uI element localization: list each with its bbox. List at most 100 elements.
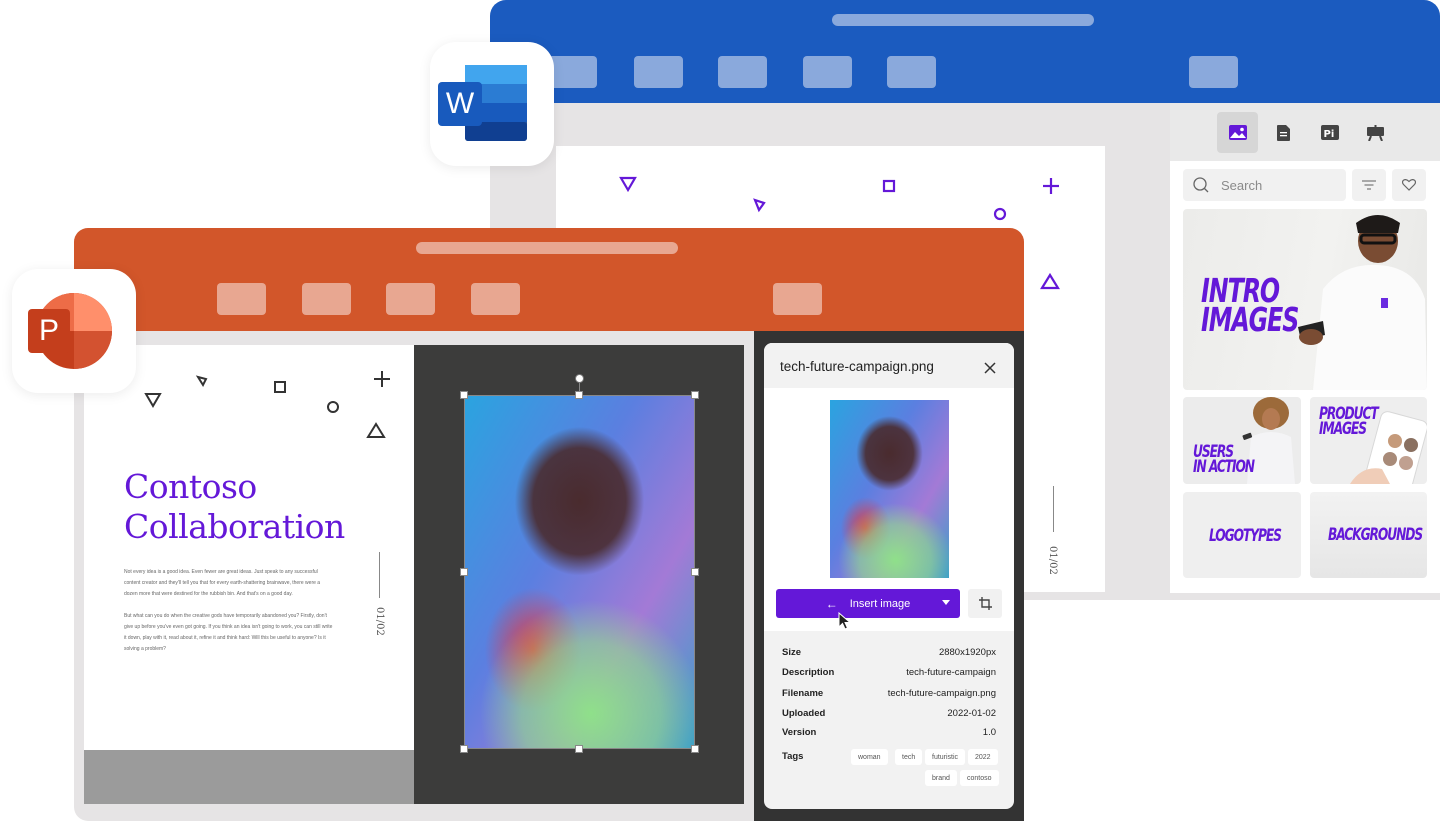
- tile-label-intro-images: INTRO IMAGES: [1201, 271, 1299, 340]
- circle-shape: [993, 207, 1007, 221]
- asset-search-input[interactable]: Search: [1183, 169, 1346, 201]
- crop-icon: [978, 597, 992, 610]
- word-toolbar-button-4[interactable]: [803, 56, 852, 88]
- powerpoint-logo-letter: P: [38, 314, 59, 347]
- close-icon: [984, 362, 996, 374]
- tile-label-users-in-action: USERS IN ACTION: [1193, 442, 1255, 477]
- meta-row-version: Version 1.0: [782, 727, 996, 738]
- slide-paragraph-1[interactable]: Not every idea is a good idea. Even fewe…: [124, 567, 334, 600]
- tile-product-images[interactable]: PRODUCT IMAGES: [1310, 397, 1427, 484]
- svg-text:Pi: Pi: [1323, 129, 1334, 140]
- triangle-down-shape: [619, 176, 637, 193]
- ppt-toolbar-button-5[interactable]: [773, 283, 822, 315]
- circle-shape: [327, 401, 339, 413]
- word-toolbar-button-1[interactable]: [548, 56, 597, 88]
- filter-button[interactable]: [1352, 169, 1386, 201]
- word-toolbar-button-2[interactable]: [634, 56, 683, 88]
- tile-intro-images[interactable]: INTRO IMAGES: [1183, 209, 1427, 390]
- word-toolbar-button-5[interactable]: [887, 56, 936, 88]
- resize-handle-bottom-right[interactable]: [691, 745, 699, 753]
- asset-library-sidebar: Pi Search INTRO IMAGES USERS IN ACTION P…: [1170, 103, 1440, 593]
- triangle-up-shape: [366, 422, 386, 438]
- pi-icon: Pi: [1320, 125, 1339, 140]
- meta-row-filename: Filename tech-future-campaign.png: [782, 688, 996, 699]
- crop-button[interactable]: [968, 589, 1002, 618]
- resize-handle-left[interactable]: [460, 568, 468, 576]
- page-number-rule: [379, 552, 380, 598]
- close-button[interactable]: [984, 356, 996, 379]
- document-icon: [1277, 124, 1290, 141]
- resize-handle-bottom-left[interactable]: [460, 745, 468, 753]
- tile-users-in-action[interactable]: USERS IN ACTION: [1183, 397, 1301, 484]
- arrow-left-icon: ←: [825, 596, 838, 611]
- resize-handle-top-right[interactable]: [691, 391, 699, 399]
- slide-footer-block: [84, 750, 414, 804]
- filter-icon: [1362, 180, 1376, 190]
- selection-frame: [464, 395, 695, 749]
- tile-label-backgrounds: BACKGROUNDS: [1328, 525, 1423, 545]
- tags-label-row: Tags: [782, 751, 803, 762]
- image-detail-panel: tech-future-campaign.png ← Insert image …: [764, 343, 1014, 809]
- ppt-toolbar-button-3[interactable]: [386, 283, 435, 315]
- slide-page-number: 01/02: [374, 607, 385, 636]
- word-app-icon: W: [430, 42, 554, 166]
- tab-images[interactable]: [1217, 112, 1258, 153]
- resize-handle-top[interactable]: [575, 391, 583, 399]
- tag-tech[interactable]: tech: [895, 749, 923, 765]
- easel-icon: [1367, 124, 1384, 141]
- slide-paragraph-2[interactable]: But what can you do when the creative go…: [124, 611, 334, 655]
- tab-pi[interactable]: Pi: [1309, 112, 1350, 153]
- word-title-placeholder: [832, 14, 1094, 26]
- ppt-titlebar: [74, 228, 1024, 331]
- resize-handle-top-left[interactable]: [460, 391, 468, 399]
- page-number: 01/02: [1047, 546, 1058, 575]
- chevron-down-icon[interactable]: [942, 600, 950, 605]
- tile-label-logotypes: LOGOTYPES: [1209, 526, 1282, 546]
- resize-handle-right[interactable]: [691, 568, 699, 576]
- ppt-toolbar-button-1[interactable]: [217, 283, 266, 315]
- insert-image-label: Insert image: [849, 597, 911, 610]
- tag-woman[interactable]: woman: [851, 749, 888, 765]
- image-icon: [1228, 125, 1247, 140]
- ppt-toolbar-button-4[interactable]: [471, 283, 520, 315]
- rotation-handle[interactable]: [575, 374, 584, 383]
- resize-handle-bottom[interactable]: [575, 745, 583, 753]
- page-number-rule: [1053, 486, 1054, 532]
- mouse-cursor-icon: [838, 612, 852, 630]
- triangle-down-shape: [144, 393, 162, 408]
- word-logo-letter: W: [445, 87, 475, 120]
- tab-documents[interactable]: [1263, 112, 1304, 153]
- tag-2022[interactable]: 2022: [968, 749, 998, 765]
- slide-title[interactable]: Contoso Collaboration: [124, 467, 345, 547]
- square-shape: [882, 179, 896, 193]
- heart-icon: [1402, 179, 1416, 191]
- powerpoint-app-icon: P: [12, 269, 136, 393]
- search-placeholder: Search: [1221, 177, 1263, 193]
- tag-contoso[interactable]: contoso: [960, 770, 999, 786]
- detail-header: tech-future-campaign.png: [764, 343, 1014, 388]
- meta-row-description: Description tech-future-campaign: [782, 667, 996, 678]
- square-shape: [274, 381, 286, 393]
- small-triangle-shape: [195, 375, 208, 388]
- word-titlebar: [490, 0, 1440, 103]
- search-icon: [1193, 177, 1209, 193]
- slide-text-area: Contoso Collaboration Not every idea is …: [84, 345, 414, 750]
- tile-logotypes[interactable]: LOGOTYPES: [1183, 492, 1301, 578]
- tab-presentations[interactable]: [1355, 112, 1396, 153]
- detail-title: tech-future-campaign.png: [780, 359, 934, 374]
- meta-row-size: Size 2880x1920px: [782, 647, 996, 658]
- triangle-up-shape: [1040, 272, 1060, 290]
- meta-row-uploaded: Uploaded 2022-01-02: [782, 708, 996, 719]
- tag-futuristic[interactable]: futuristic: [925, 749, 966, 765]
- ppt-toolbar-button-2[interactable]: [302, 283, 351, 315]
- word-toolbar-button-6[interactable]: [1189, 56, 1238, 88]
- small-triangle-shape: [753, 198, 766, 213]
- tag-brand[interactable]: brand: [925, 770, 957, 786]
- insert-image-button[interactable]: ← Insert image: [776, 589, 960, 618]
- word-toolbar-button-3[interactable]: [718, 56, 767, 88]
- image-thumbnail: [830, 400, 949, 578]
- tags-label: Tags: [782, 751, 804, 762]
- favorites-button[interactable]: [1392, 169, 1426, 201]
- tile-backgrounds[interactable]: BACKGROUNDS: [1310, 492, 1427, 578]
- sidebar-tabs: Pi: [1170, 103, 1440, 161]
